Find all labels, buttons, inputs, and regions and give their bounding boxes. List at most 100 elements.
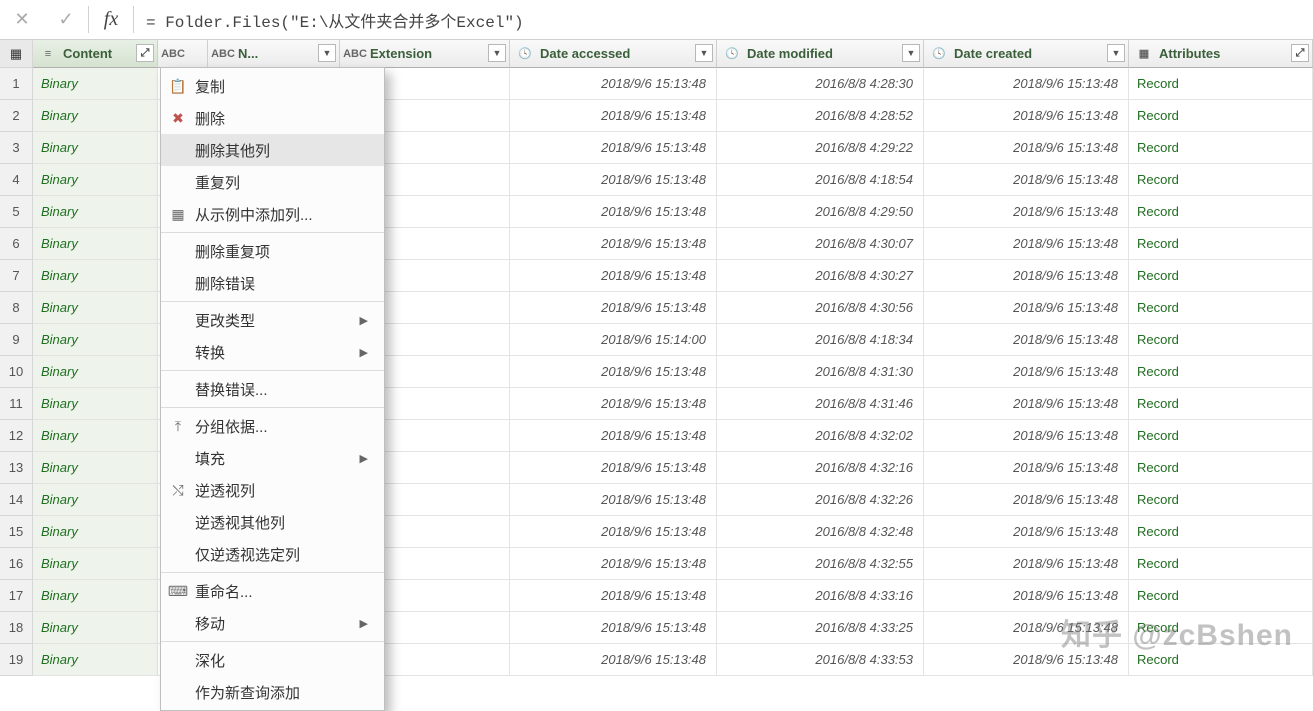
cell-created[interactable]: 2018/9/6 15:13:48 — [924, 132, 1129, 164]
cell-modified[interactable]: 2016/8/8 4:31:46 — [717, 388, 924, 420]
menu-item[interactable]: 📋复制 — [161, 70, 384, 102]
cell-attributes[interactable]: Record — [1129, 196, 1313, 228]
filter-icon[interactable]: ▼ — [1107, 44, 1125, 62]
formula-input[interactable]: = Folder.Files("E:\从文件夹合并多个Excel") — [134, 0, 1313, 39]
row-number[interactable]: 16 — [0, 548, 33, 580]
cell-modified[interactable]: 2016/8/8 4:33:25 — [717, 612, 924, 644]
column-header-attributes[interactable]: ▦ Attributes ⤢ — [1129, 40, 1313, 68]
cell-attributes[interactable]: Record — [1129, 292, 1313, 324]
cell-attributes[interactable]: Record — [1129, 132, 1313, 164]
cell-accessed[interactable]: 2018/9/6 15:13:48 — [510, 644, 717, 676]
cell-attributes[interactable]: Record — [1129, 516, 1313, 548]
menu-item[interactable]: 替换错误... — [161, 373, 384, 405]
expand-icon[interactable]: ⤢ — [1291, 44, 1309, 62]
row-number[interactable]: 8 — [0, 292, 33, 324]
menu-item[interactable]: ⤭逆透视列 — [161, 474, 384, 506]
row-number[interactable]: 6 — [0, 228, 33, 260]
cell-modified[interactable]: 2016/8/8 4:30:27 — [717, 260, 924, 292]
cell-modified[interactable]: 2016/8/8 4:18:34 — [717, 324, 924, 356]
row-number[interactable]: 1 — [0, 68, 33, 100]
cell-attributes[interactable]: Record — [1129, 580, 1313, 612]
menu-item[interactable]: 删除重复项 — [161, 235, 384, 267]
cell-modified[interactable]: 2016/8/8 4:33:53 — [717, 644, 924, 676]
cell-attributes[interactable]: Record — [1129, 260, 1313, 292]
cell-attributes[interactable]: Record — [1129, 644, 1313, 676]
cell-content[interactable]: Binary — [33, 324, 158, 356]
filter-icon[interactable]: ▼ — [318, 44, 336, 62]
row-number[interactable]: 4 — [0, 164, 33, 196]
menu-item[interactable]: ⌨重命名... — [161, 575, 384, 607]
cell-created[interactable]: 2018/9/6 15:13:48 — [924, 484, 1129, 516]
menu-item[interactable]: ▦从示例中添加列... — [161, 198, 384, 230]
cell-created[interactable]: 2018/9/6 15:13:48 — [924, 68, 1129, 100]
cell-attributes[interactable]: Record — [1129, 452, 1313, 484]
cell-accessed[interactable]: 2018/9/6 15:13:48 — [510, 580, 717, 612]
row-number[interactable]: 15 — [0, 516, 33, 548]
cell-attributes[interactable]: Record — [1129, 324, 1313, 356]
menu-item[interactable]: 填充▶ — [161, 442, 384, 474]
row-number[interactable]: 12 — [0, 420, 33, 452]
cell-content[interactable]: Binary — [33, 356, 158, 388]
cell-content[interactable]: Binary — [33, 420, 158, 452]
cell-attributes[interactable]: Record — [1129, 356, 1313, 388]
cell-attributes[interactable]: Record — [1129, 612, 1313, 644]
row-number[interactable]: 19 — [0, 644, 33, 676]
cell-accessed[interactable]: 2018/9/6 15:13:48 — [510, 260, 717, 292]
cell-content[interactable]: Binary — [33, 68, 158, 100]
menu-item[interactable]: 仅逆透视选定列 — [161, 538, 384, 570]
cell-content[interactable]: Binary — [33, 132, 158, 164]
cell-accessed[interactable]: 2018/9/6 15:13:48 — [510, 292, 717, 324]
cell-attributes[interactable]: Record — [1129, 388, 1313, 420]
row-number[interactable]: 3 — [0, 132, 33, 164]
cell-modified[interactable]: 2016/8/8 4:30:56 — [717, 292, 924, 324]
cell-attributes[interactable]: Record — [1129, 228, 1313, 260]
cell-modified[interactable]: 2016/8/8 4:18:54 — [717, 164, 924, 196]
menu-item[interactable]: 转换▶ — [161, 336, 384, 368]
cell-modified[interactable]: 2016/8/8 4:32:02 — [717, 420, 924, 452]
cell-created[interactable]: 2018/9/6 15:13:48 — [924, 164, 1129, 196]
cell-attributes[interactable]: Record — [1129, 164, 1313, 196]
row-number[interactable]: 11 — [0, 388, 33, 420]
cell-modified[interactable]: 2016/8/8 4:31:30 — [717, 356, 924, 388]
cell-created[interactable]: 2018/9/6 15:13:48 — [924, 420, 1129, 452]
column-header-modified[interactable]: 🕓 Date modified ▼ — [717, 40, 924, 68]
row-number[interactable]: 2 — [0, 100, 33, 132]
cell-content[interactable]: Binary — [33, 580, 158, 612]
menu-item[interactable]: ✖删除 — [161, 102, 384, 134]
cell-created[interactable]: 2018/9/6 15:13:48 — [924, 196, 1129, 228]
row-number[interactable]: 7 — [0, 260, 33, 292]
cell-content[interactable]: Binary — [33, 196, 158, 228]
cell-accessed[interactable]: 2018/9/6 15:13:48 — [510, 164, 717, 196]
cell-modified[interactable]: 2016/8/8 4:28:30 — [717, 68, 924, 100]
cell-modified[interactable]: 2016/8/8 4:28:52 — [717, 100, 924, 132]
menu-item[interactable]: 重复列 — [161, 166, 384, 198]
cell-accessed[interactable]: 2018/9/6 15:13:48 — [510, 228, 717, 260]
cell-created[interactable]: 2018/9/6 15:13:48 — [924, 452, 1129, 484]
cell-content[interactable]: Binary — [33, 228, 158, 260]
cell-accessed[interactable]: 2018/9/6 15:13:48 — [510, 388, 717, 420]
cell-content[interactable]: Binary — [33, 164, 158, 196]
cell-content[interactable]: Binary — [33, 292, 158, 324]
column-header-accessed[interactable]: 🕓 Date accessed ▼ — [510, 40, 717, 68]
cell-modified[interactable]: 2016/8/8 4:32:48 — [717, 516, 924, 548]
row-number[interactable]: 5 — [0, 196, 33, 228]
cell-accessed[interactable]: 2018/9/6 15:13:48 — [510, 548, 717, 580]
cell-attributes[interactable]: Record — [1129, 100, 1313, 132]
cell-modified[interactable]: 2016/8/8 4:32:55 — [717, 548, 924, 580]
filter-icon[interactable]: ▼ — [695, 44, 713, 62]
cell-modified[interactable]: 2016/8/8 4:29:50 — [717, 196, 924, 228]
column-header-name[interactable]: ABC N... ▼ — [208, 40, 340, 68]
cancel-button[interactable]: ✕ — [0, 0, 44, 39]
cell-modified[interactable]: 2016/8/8 4:33:16 — [717, 580, 924, 612]
cell-accessed[interactable]: 2018/9/6 15:13:48 — [510, 420, 717, 452]
filter-icon[interactable]: ▼ — [902, 44, 920, 62]
cell-attributes[interactable]: Record — [1129, 68, 1313, 100]
select-all-corner[interactable]: ▦ — [0, 40, 33, 68]
row-number[interactable]: 10 — [0, 356, 33, 388]
menu-item[interactable]: 逆透视其他列 — [161, 506, 384, 538]
row-number[interactable]: 13 — [0, 452, 33, 484]
cell-content[interactable]: Binary — [33, 100, 158, 132]
cell-accessed[interactable]: 2018/9/6 15:13:48 — [510, 516, 717, 548]
cell-content[interactable]: Binary — [33, 516, 158, 548]
menu-item[interactable]: 删除错误 — [161, 267, 384, 299]
